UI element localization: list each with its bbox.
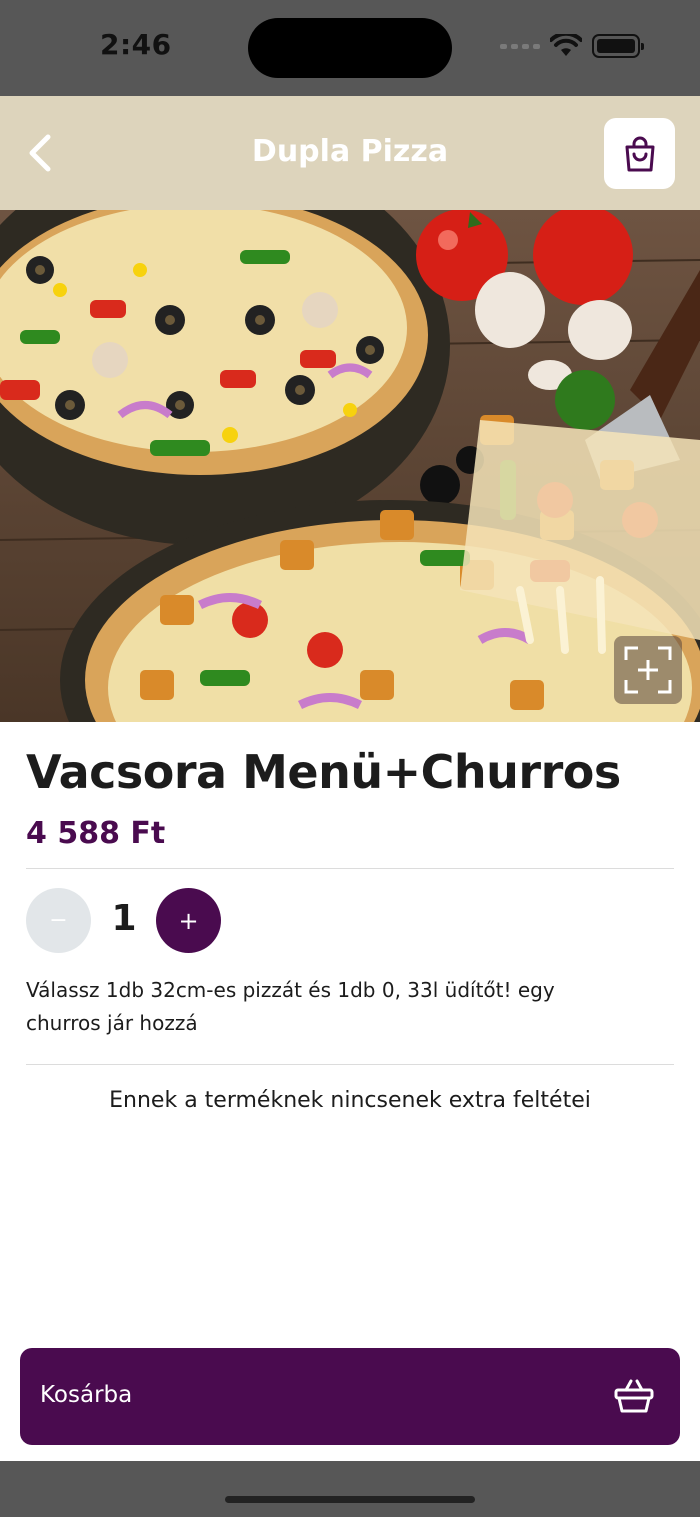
shopping-bag-icon [625,136,654,171]
add-to-cart-label: Kosárba [40,1382,133,1408]
status-time: 2:46 [100,28,172,61]
status-bar: 2:46 [0,0,700,96]
nav-bar: Dupla Pizza [0,96,700,210]
page-title: Dupla Pizza [251,134,449,169]
cart-button[interactable] [604,118,675,189]
signal-dots-icon [500,43,540,49]
expand-focus-icon [624,646,672,694]
wifi-icon [550,34,582,56]
quantity-decrease-button[interactable]: − [26,888,91,953]
extras-note: Ennek a terméknek nincsenek extra feltét… [109,1088,591,1113]
zoom-button[interactable] [614,636,682,704]
quantity-value: 1 [111,898,137,939]
product-title: Vacsora Menü+Churros [26,745,621,799]
product-image [0,210,700,722]
status-icons [500,34,644,58]
divider [26,1064,674,1065]
pizza-photo [0,210,700,722]
quantity-increase-button[interactable]: + [156,888,221,953]
product-price: 4 588 Ft [26,816,166,851]
divider [26,868,674,869]
product-description: Válassz 1db 32cm-es pizzát és 1db 0, 33l… [26,978,555,1035]
home-indicator[interactable] [225,1496,475,1503]
add-to-cart-button[interactable]: Kosárba [20,1348,680,1445]
dynamic-island [248,18,452,78]
basket-icon [614,1379,654,1413]
battery-icon [592,34,644,58]
home-indicator-area [0,1461,700,1517]
